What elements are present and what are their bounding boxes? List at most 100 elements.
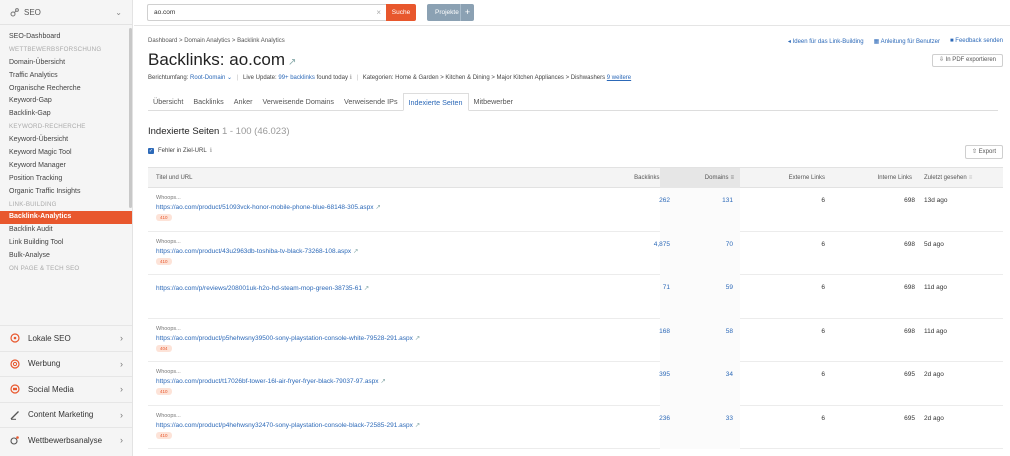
breadcrumb-item[interactable]: Domain Analytics bbox=[184, 38, 230, 44]
external-links-count: 6 bbox=[821, 240, 825, 248]
more-categories-link[interactable]: 9 weitere bbox=[607, 75, 631, 81]
link-building-ideas-link[interactable]: ◂ Ideen für das Link-Building bbox=[788, 38, 864, 45]
external-links-count: 6 bbox=[821, 197, 825, 204]
external-link-icon: ↗ bbox=[380, 378, 386, 385]
sidebar-item[interactable]: Keyword-Gap bbox=[0, 95, 132, 108]
tab-backlinks[interactable]: Backlinks bbox=[188, 93, 228, 110]
sidebar-group-wettbewerbsanalyse[interactable]: Wettbewerbsanalyse › bbox=[0, 427, 132, 453]
col-external-links[interactable]: Externe Links bbox=[768, 168, 825, 189]
domains-count[interactable]: 33 bbox=[673, 415, 733, 422]
sidebar-item[interactable]: Organic Traffic Insights bbox=[0, 186, 132, 199]
tab-verweisende-ips[interactable]: Verweisende IPs bbox=[339, 93, 403, 110]
sidebar-group-label: Content Marketing bbox=[28, 410, 94, 420]
sidebar-item[interactable]: Link Building Tool bbox=[0, 237, 132, 250]
internal-links-count: 698 bbox=[904, 240, 915, 248]
top-bar: ao.com × Suche Projekte + bbox=[134, 0, 1010, 26]
tab-anker[interactable]: Anker bbox=[229, 93, 258, 110]
domains-column-highlight bbox=[660, 231, 740, 275]
section-title: Indexierte Seiten 1 - 100 (46.023) bbox=[148, 126, 290, 137]
page-title: Backlinks: ao.com ↗ bbox=[148, 50, 297, 69]
backlinks-count[interactable]: 262 bbox=[610, 197, 670, 204]
backlinks-count[interactable]: 236 bbox=[610, 415, 670, 422]
external-links-count: 6 bbox=[821, 327, 825, 335]
col-last-seen[interactable]: Zuletzt gesehen ≡ bbox=[924, 168, 972, 189]
target-url-errors-checkbox[interactable]: ✓ Fehler in Ziel-URL ℹ bbox=[148, 147, 212, 154]
sidebar-item[interactable]: Organische Recherche bbox=[0, 83, 132, 96]
backlinks-count[interactable]: 395 bbox=[610, 371, 670, 378]
page-url-link[interactable]: https://ao.com/product/51093vck-honor-mo… bbox=[156, 203, 381, 211]
sidebar-section-heading: LINK-BUILDING bbox=[9, 200, 57, 208]
external-links-count: 6 bbox=[821, 414, 825, 422]
sidebar-item[interactable]: Traffic Analytics bbox=[0, 70, 132, 83]
sidebar-scrollbar[interactable] bbox=[129, 28, 132, 208]
tab-mitbewerber[interactable]: Mitbewerber bbox=[469, 93, 519, 110]
sidebar-item[interactable]: Keyword Manager bbox=[0, 160, 132, 173]
export-button[interactable]: ⇧ Export bbox=[964, 145, 1003, 159]
search-button[interactable]: Suche bbox=[386, 4, 416, 21]
sidebar-item[interactable]: Backlink Audit bbox=[0, 224, 132, 237]
breadcrumb-item[interactable]: Dashboard bbox=[148, 38, 177, 44]
sidebar-group-label: Werbung bbox=[28, 359, 61, 369]
sidebar-group-werbung[interactable]: Werbung › bbox=[0, 350, 132, 376]
domains-column-highlight bbox=[660, 318, 740, 362]
user-guide-link[interactable]: ▦ Anleitung für Benutzer bbox=[874, 38, 940, 45]
header-links: ◂ Ideen für das Link-Building ▦ Anleitun… bbox=[788, 38, 1003, 45]
scope-dropdown[interactable]: Root-Domain ⌄ bbox=[190, 75, 232, 81]
domains-count[interactable]: 70 bbox=[673, 241, 733, 248]
col-title-url: Titel und URL bbox=[156, 175, 193, 181]
sort-icon: ≡ bbox=[730, 175, 734, 181]
sidebar-item[interactable]: SEO-Dashboard bbox=[0, 31, 132, 44]
backlinks-count[interactable]: 168 bbox=[610, 328, 670, 335]
sidebar-group-label: Social Media bbox=[28, 384, 74, 394]
backlinks-count[interactable]: 4,875 bbox=[610, 241, 670, 248]
projects-button[interactable]: Projekte + bbox=[427, 4, 474, 21]
sidebar-tool-switcher[interactable]: SEO ⌄ bbox=[0, 0, 132, 25]
sidebar-item[interactable]: Backlink-Analytics bbox=[0, 211, 132, 225]
domains-count[interactable]: 131 bbox=[673, 197, 733, 204]
export-pdf-button[interactable]: ⇩ In PDF exportieren bbox=[931, 54, 1003, 67]
live-update-link[interactable]: 99+ backlinks bbox=[278, 75, 315, 81]
external-link-icon[interactable]: ↗ bbox=[288, 57, 296, 68]
last-seen-value: 2d ago bbox=[924, 371, 944, 378]
external-links-count: 6 bbox=[821, 284, 825, 291]
tab-indexierte-seiten[interactable]: Indexierte Seiten bbox=[402, 93, 469, 111]
page-url-link[interactable]: https://ao.com/p/reviews/208001uk-h2o-hd… bbox=[156, 284, 369, 292]
external-link-icon: ↗ bbox=[375, 204, 381, 211]
breadcrumb: Dashboard > Domain Analytics > Backlink … bbox=[148, 38, 285, 44]
page-url-link[interactable]: https://ao.com/product/t17026bf-tower-16… bbox=[156, 377, 386, 385]
feedback-link[interactable]: ■ Feedback senden bbox=[950, 38, 1003, 45]
sidebar-group-lokale-seo[interactable]: Lokale SEO › bbox=[0, 325, 132, 351]
domains-count[interactable]: 58 bbox=[673, 328, 733, 335]
sidebar-item[interactable]: Keyword Magic Tool bbox=[0, 147, 132, 160]
chevron-down-icon: ⌄ bbox=[115, 7, 122, 17]
sidebar-item[interactable]: Domain-Übersicht bbox=[0, 57, 132, 70]
add-project-icon[interactable]: + bbox=[460, 4, 474, 21]
sidebar-group-social-media[interactable]: Social Media › bbox=[0, 376, 132, 402]
result-count: 1 - 100 (46.023) bbox=[221, 126, 290, 137]
sidebar-item[interactable]: Position Tracking bbox=[0, 173, 132, 186]
col-internal-links[interactable]: Interne Links bbox=[848, 168, 912, 189]
backlinks-count[interactable]: 71 bbox=[610, 284, 670, 291]
page-url-link[interactable]: https://ao.com/product/p5hehwsny39500-so… bbox=[156, 334, 420, 342]
external-link-icon: ↗ bbox=[352, 247, 359, 255]
status-badge: 410 bbox=[156, 431, 172, 439]
tab-übersicht[interactable]: Übersicht bbox=[148, 93, 188, 110]
tab-verweisende-domains[interactable]: Verweisende Domains bbox=[258, 93, 340, 110]
sidebar-group-label: Wettbewerbsanalyse bbox=[28, 435, 103, 445]
sidebar-item[interactable]: Keyword-Übersicht bbox=[0, 134, 132, 147]
page-url-link[interactable]: https://ao.com/product/p4hehwsny32470-so… bbox=[156, 421, 420, 429]
sidebar-item[interactable]: Bulk-Analyse bbox=[0, 250, 132, 263]
clear-icon[interactable]: × bbox=[376, 5, 381, 20]
col-backlinks[interactable]: Backlinks≡ bbox=[588, 168, 668, 189]
table-row: Whoops... https://ao.com/product/t17026bf… bbox=[148, 362, 1003, 406]
domains-count[interactable]: 59 bbox=[673, 284, 733, 291]
domains-column-highlight bbox=[660, 275, 740, 319]
page-url-link[interactable]: https://ao.com/product/43u2963db-toshiba… bbox=[156, 247, 358, 255]
col-domains[interactable]: Domains ≡ bbox=[660, 168, 740, 189]
search-input[interactable]: ao.com × bbox=[147, 4, 388, 21]
sidebar-item[interactable]: Backlink-Gap bbox=[0, 108, 132, 121]
domains-count[interactable]: 34 bbox=[673, 371, 733, 378]
tab-bar: Übersicht Backlinks Anker Verweisende Domai… bbox=[148, 93, 998, 111]
external-link-icon: ↗ bbox=[414, 334, 421, 342]
sidebar-group-content-marketing[interactable]: Content Marketing › bbox=[0, 401, 132, 427]
